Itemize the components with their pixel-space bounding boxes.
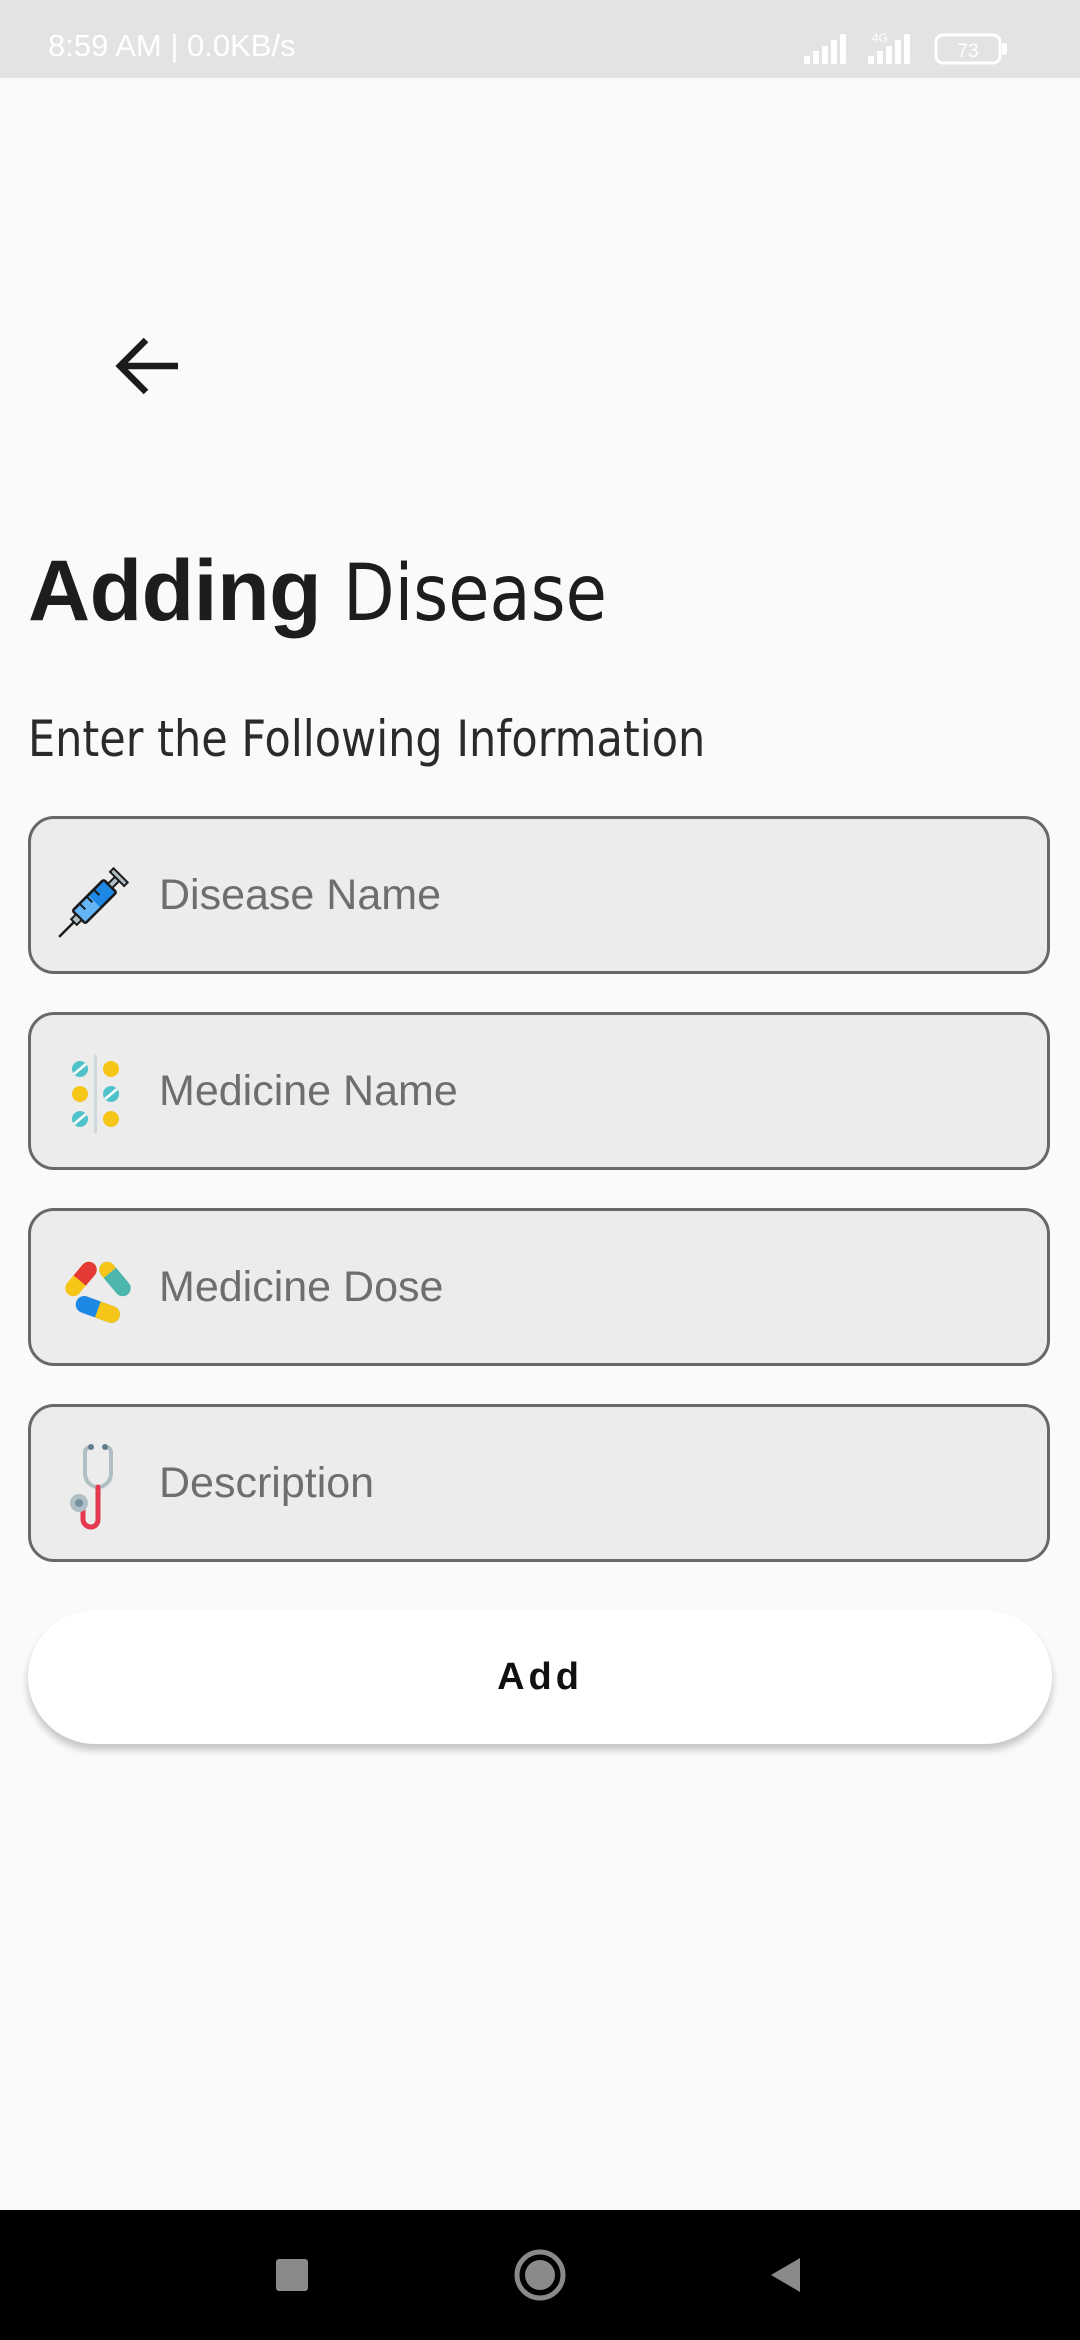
status-icons: 4G 73: [804, 30, 1034, 66]
home-button[interactable]: [480, 2210, 600, 2340]
capsules-icon: [65, 1261, 131, 1323]
back-triangle-icon: [771, 2258, 800, 2292]
disease-name-input[interactable]: [159, 819, 1023, 971]
syringe-icon: [58, 866, 130, 938]
medicine-name-input[interactable]: [159, 1015, 1023, 1167]
system-nav-bar: [0, 2210, 1080, 2340]
add-button[interactable]: Add: [28, 1610, 1052, 1744]
status-bar: 8:59 AM | 0.0KB/s 4G 73: [0, 0, 1080, 78]
network-label: 4G: [872, 31, 888, 45]
page-subtitle: Enter the Following Information: [28, 710, 706, 768]
stethoscope-icon: [70, 1444, 113, 1530]
battery-level: 73: [957, 41, 978, 62]
recents-button[interactable]: [232, 2210, 352, 2340]
page-title-bold: Adding: [28, 543, 322, 639]
medicine-name-field[interactable]: [28, 1012, 1050, 1170]
disease-name-field[interactable]: [28, 816, 1050, 974]
signal-1-icon: [804, 34, 846, 64]
medicine-dose-input[interactable]: [159, 1211, 1023, 1363]
page-title: Adding Disease: [28, 548, 650, 634]
arrow-left-icon: [115, 337, 178, 395]
back-button[interactable]: [96, 314, 200, 418]
home-circle-icon: [514, 2249, 566, 2301]
signal-battery-icons: 4G 73: [804, 31, 1007, 65]
description-input[interactable]: [159, 1407, 1023, 1559]
nav-back-button[interactable]: [726, 2210, 846, 2340]
description-field[interactable]: [28, 1404, 1050, 1562]
battery-icon: 73: [934, 33, 1007, 65]
recents-square-icon: [276, 2259, 308, 2291]
page-title-light: Disease: [343, 549, 607, 639]
status-time: 8:59 AM | 0.0KB/s: [48, 28, 296, 63]
medicine-dose-field[interactable]: [28, 1208, 1050, 1366]
pills-icon: [72, 1055, 119, 1133]
